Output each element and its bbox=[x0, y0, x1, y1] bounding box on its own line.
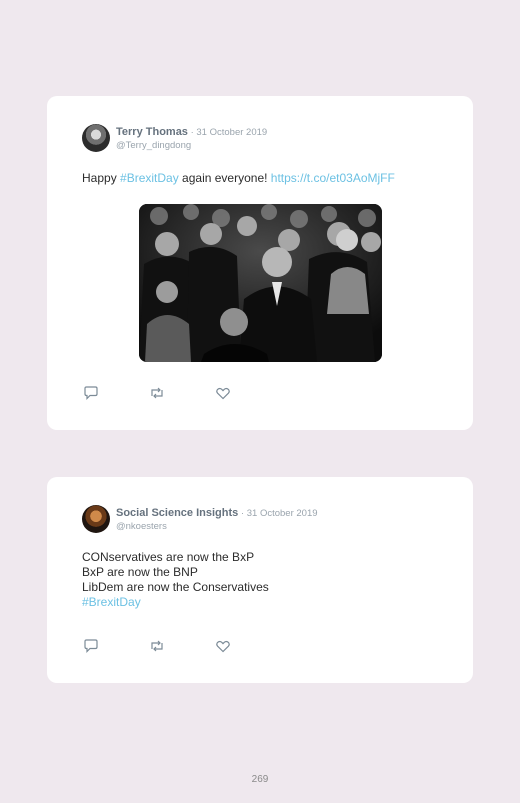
tweet-text-part: again everyone! bbox=[178, 171, 271, 185]
tweet-header: Social Science Insights · 31 October 201… bbox=[82, 505, 318, 533]
tweet-date[interactable]: 31 October 2019 bbox=[196, 127, 267, 138]
like-icon[interactable] bbox=[215, 386, 231, 400]
page-number: 269 bbox=[251, 774, 269, 785]
tweet-card: Social Science Insights · 31 October 201… bbox=[47, 477, 473, 683]
like-icon[interactable] bbox=[215, 639, 231, 653]
url-link[interactable]: https://t.co/et03AoMjFF bbox=[271, 171, 395, 185]
avatar[interactable] bbox=[82, 505, 110, 533]
hashtag-link[interactable]: #BrexitDay bbox=[120, 171, 179, 185]
reply-icon[interactable] bbox=[83, 639, 99, 653]
reply-icon[interactable] bbox=[83, 386, 99, 400]
author-name[interactable]: Terry Thomas bbox=[116, 126, 188, 138]
tweet-actions bbox=[83, 639, 281, 653]
retweet-icon[interactable] bbox=[149, 639, 165, 653]
tweet-header: Terry Thomas · 31 October 2019 @Terry_di… bbox=[82, 124, 267, 152]
author-handle[interactable]: @nkoesters bbox=[116, 520, 318, 533]
author-handle[interactable]: @Terry_dingdong bbox=[116, 139, 267, 152]
tweet-text: Happy #BrexitDay again everyone! https:/… bbox=[82, 171, 395, 186]
tweet-text-part: Happy bbox=[82, 171, 121, 185]
tweet-date[interactable]: 31 October 2019 bbox=[247, 508, 318, 519]
tweet-meta: Social Science Insights · 31 October 201… bbox=[116, 505, 318, 533]
tweet-text-line: BxP are now the BNP bbox=[82, 565, 198, 579]
tweet-card: Terry Thomas · 31 October 2019 @Terry_di… bbox=[47, 96, 473, 430]
tweet-text-line: LibDem are now the Conservatives bbox=[82, 580, 269, 594]
separator: · bbox=[238, 508, 247, 519]
author-name[interactable]: Social Science Insights bbox=[116, 507, 238, 519]
tweet-meta: Terry Thomas · 31 October 2019 @Terry_di… bbox=[116, 124, 267, 152]
retweet-icon[interactable] bbox=[149, 386, 165, 400]
tweet-text: CONservatives are now the BxP BxP are no… bbox=[82, 550, 269, 610]
tweet-text-line: CONservatives are now the BxP bbox=[82, 550, 255, 564]
hashtag-link[interactable]: #BrexitDay bbox=[82, 595, 269, 610]
tweet-actions bbox=[83, 386, 281, 400]
tweet-media-image[interactable] bbox=[139, 204, 382, 362]
avatar[interactable] bbox=[82, 124, 110, 152]
